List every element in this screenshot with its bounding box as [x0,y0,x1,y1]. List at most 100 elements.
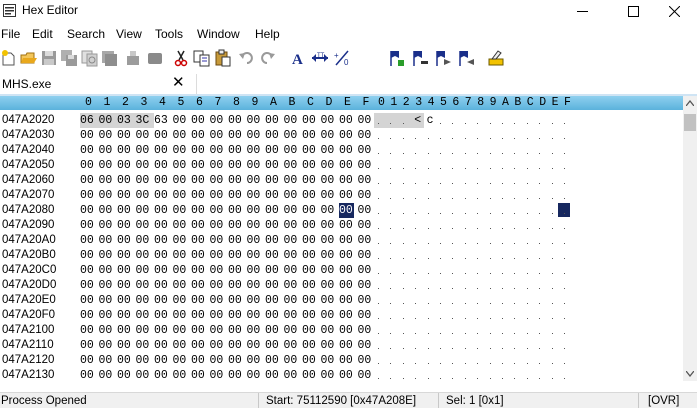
hex-byte[interactable]: 00 [265,158,284,173]
hex-byte[interactable]: 00 [302,128,321,143]
hex-byte[interactable]: 00 [302,278,321,293]
hex-byte[interactable]: 00 [284,173,303,188]
hex-byte[interactable]: 00 [117,248,136,263]
hex-byte[interactable]: 00 [210,248,229,263]
hex-byte[interactable]: 00 [358,218,377,233]
hex-byte[interactable]: 00 [321,323,340,338]
hex-byte[interactable]: 00 [228,293,247,308]
hex-data-view[interactable]: 047A2020 06 00 03 3C 63 00 00 00 00 00 00 00 00 00 00 00… [0,110,683,381]
hex-byte[interactable]: 00 [99,323,118,338]
hex-byte[interactable]: 00 [117,338,136,353]
hex-byte[interactable]: 00 [191,323,210,338]
hex-byte[interactable]: 00 [154,158,173,173]
hex-byte[interactable]: 00 [173,353,192,368]
paste-icon[interactable] [214,49,232,67]
hex-byte[interactable]: 00 [358,203,377,218]
menu-tools[interactable]: Tools [155,27,183,41]
hex-byte[interactable]: 00 [80,203,99,218]
hex-byte[interactable]: 00 [228,308,247,323]
hex-byte[interactable]: 00 [247,233,266,248]
menu-view[interactable]: View [116,27,142,41]
hex-byte[interactable]: 00 [321,278,340,293]
hex-byte[interactable]: 00 [191,113,210,128]
menu-search[interactable]: Search [67,27,105,41]
tab-close-icon[interactable]: ✕ [172,73,185,91]
hex-byte[interactable]: 00 [321,263,340,278]
hex-byte[interactable]: 00 [284,323,303,338]
bookmark-add-icon[interactable] [388,49,406,67]
hex-byte[interactable]: 00 [265,353,284,368]
hex-byte[interactable]: 00 [173,203,192,218]
hex-byte[interactable]: 00 [228,173,247,188]
hex-byte[interactable]: 00 [284,308,303,323]
hex-byte[interactable]: 00 [321,203,340,218]
hex-byte[interactable]: 00 [154,338,173,353]
hex-byte[interactable]: 00 [284,158,303,173]
hex-byte[interactable]: 00 [321,158,340,173]
hex-byte[interactable]: 00 [321,113,340,128]
hex-byte[interactable]: 00 [191,248,210,263]
hex-byte[interactable]: 00 [99,203,118,218]
hex-byte[interactable]: 00 [339,293,358,308]
hex-byte[interactable]: 00 [228,113,247,128]
hex-byte[interactable]: 00 [191,353,210,368]
hex-byte[interactable]: 00 [247,113,266,128]
hex-byte[interactable]: 00 [247,278,266,293]
hex-byte[interactable]: 00 [228,323,247,338]
hex-byte[interactable]: 00 [358,353,377,368]
hex-byte[interactable]: 00 [302,143,321,158]
hex-byte[interactable]: 00 [99,338,118,353]
hex-byte[interactable]: 00 [265,323,284,338]
hex-byte[interactable]: 00 [117,323,136,338]
hex-byte[interactable]: 00 [284,353,303,368]
hex-byte[interactable]: 3C [135,113,154,128]
hex-byte[interactable]: 00 [136,263,155,278]
hex-byte[interactable]: 00 [136,218,155,233]
hex-byte[interactable]: 00 [210,173,229,188]
hex-byte[interactable]: 00 [173,143,192,158]
save-all-icon[interactable] [60,49,78,67]
hex-byte[interactable]: 00 [228,158,247,173]
hex-byte[interactable]: 00 [99,158,118,173]
hex-byte[interactable]: 00 [173,278,192,293]
hex-byte[interactable]: 00 [154,308,173,323]
hex-byte[interactable]: 00 [117,128,136,143]
menu-window[interactable]: Window [197,27,240,41]
hex-byte[interactable]: 00 [117,368,136,381]
hex-byte[interactable]: 00 [265,233,284,248]
menu-edit[interactable]: Edit [32,27,53,41]
hex-byte[interactable]: 00 [284,233,303,248]
hex-byte[interactable]: 00 [173,248,192,263]
hex-byte[interactable]: 00 [321,218,340,233]
hex-byte[interactable]: 00 [247,203,266,218]
hex-byte[interactable]: 00 [210,158,229,173]
hex-byte[interactable]: 00 [210,203,229,218]
hex-byte[interactable]: 00 [98,113,117,128]
hex-byte[interactable]: 00 [339,218,358,233]
hex-byte[interactable]: 00 [210,368,229,381]
hex-byte[interactable]: 00 [99,263,118,278]
hex-byte[interactable]: 00 [80,233,99,248]
hex-byte[interactable]: 00 [80,218,99,233]
hex-byte[interactable]: 00 [154,218,173,233]
open-folder-icon[interactable] [20,49,38,67]
hex-byte[interactable]: 00 [191,308,210,323]
hex-byte[interactable]: 00 [265,113,284,128]
hex-byte[interactable]: 00 [284,188,303,203]
hex-byte[interactable]: 00 [302,113,321,128]
bookmark-next-icon[interactable] [434,49,452,67]
hex-byte[interactable]: 00 [173,323,192,338]
hex-byte[interactable]: 00 [339,203,354,218]
hex-byte[interactable]: 00 [99,293,118,308]
hex-byte[interactable]: 00 [210,293,229,308]
zero-fill-icon[interactable]: +0 [333,49,351,67]
hex-byte[interactable]: 00 [247,173,266,188]
hex-byte[interactable]: 00 [210,128,229,143]
hex-byte[interactable]: 00 [191,128,210,143]
hex-byte[interactable]: 00 [210,188,229,203]
hex-byte[interactable]: 00 [247,368,266,381]
hex-byte[interactable]: 00 [339,188,358,203]
hex-byte[interactable]: 00 [358,278,377,293]
hex-byte[interactable]: 00 [210,113,229,128]
hex-byte[interactable]: 00 [339,263,358,278]
